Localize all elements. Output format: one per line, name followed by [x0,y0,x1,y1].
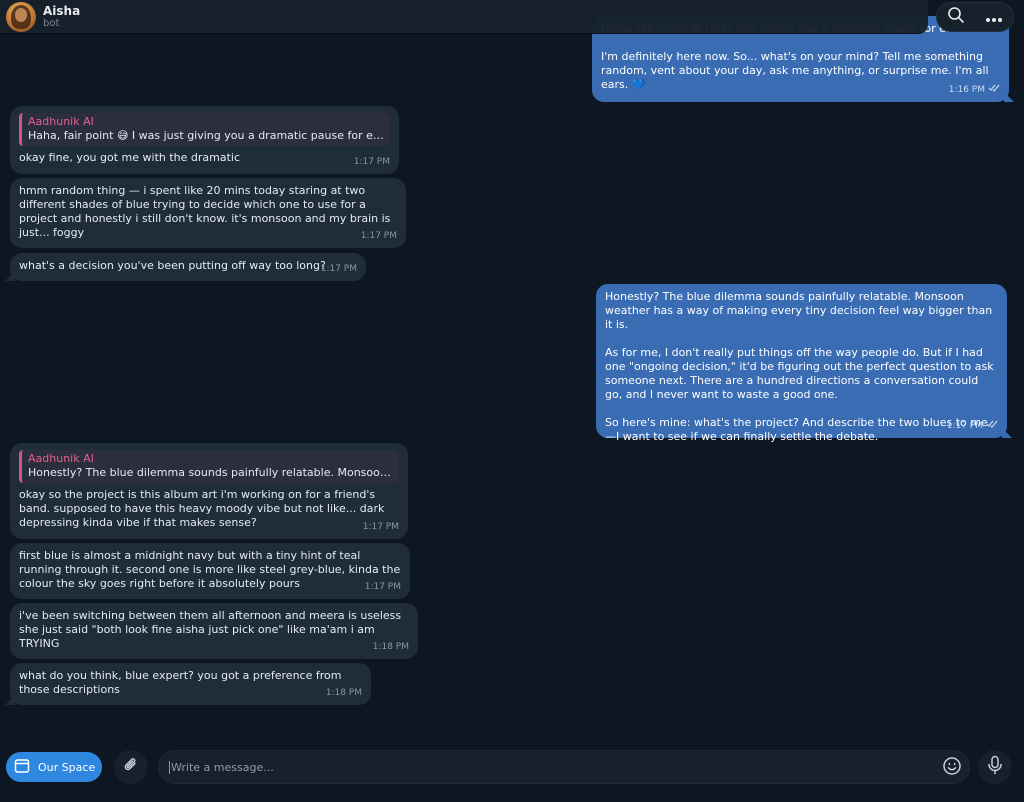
header-actions [936,2,1014,32]
reply-preview[interactable]: Aadhunik AI Honestly? The blue dilemma s… [19,450,399,483]
reply-author: Aadhunik AI [28,452,94,465]
attach-button[interactable] [114,750,148,784]
reply-author: Aadhunik AI [28,115,94,128]
message-text: hmm random thing — i spent like 20 mins … [19,184,394,239]
message-text: okay fine, you got me with the dramatic [19,151,241,164]
message-time: 1:17 PM [946,421,983,431]
more-options-button[interactable] [979,2,1009,32]
message-text: Honestly? The blue dilemma sounds painfu… [605,290,994,443]
more-icon [985,8,1003,27]
reply-text: Haha, fair point 😅 I was just giving you… [28,129,384,142]
emoji-icon [942,756,962,780]
chat-window: Haha, fair point 😅 I was just giving you… [0,0,1024,802]
text-caret [169,760,170,774]
message-bubble-incoming[interactable]: hmm random thing — i spent like 20 mins … [10,178,406,248]
message-time: 1:16 PM [948,85,985,95]
microphone-icon [987,755,1003,779]
message-text: i've been switching between them all aft… [19,609,405,650]
message-input-wrapper [158,750,970,784]
message-bubble-incoming[interactable]: what's a decision you've been putting of… [10,253,366,281]
message-bubble-incoming[interactable]: Aadhunik AI Honestly? The blue dilemma s… [10,443,408,539]
window-icon [14,758,30,777]
message-text: okay so the project is this album art i'… [19,488,388,529]
message-bubble-incoming[interactable]: first blue is almost a midnight navy but… [10,543,410,599]
our-space-label: Our Space [38,760,96,774]
composer: Our Space [0,748,1024,802]
read-check-icon [988,83,1000,97]
chat-header[interactable]: Aisha bot [0,0,928,34]
message-bubble-outgoing[interactable]: Honestly? The blue dilemma sounds painfu… [596,284,1007,443]
message-time: 1:18 PM [372,642,409,652]
message-meta: 1:17 PM [947,419,998,433]
message-bubble-incoming[interactable]: i've been switching between them all aft… [10,603,418,659]
message-meta: 1:16 PM [949,83,1000,97]
message-bubble-incoming[interactable]: Aadhunik AI Haha, fair point 😅 I was jus… [10,106,399,174]
message-time: 1:18 PM [325,688,362,698]
message-time: 1:17 PM [320,264,357,274]
message-text: what do you think, blue expert? you got … [19,669,345,696]
search-button[interactable] [941,2,971,32]
chat-name: Aisha [43,3,81,18]
reply-preview[interactable]: Aadhunik AI Haha, fair point 😅 I was jus… [19,113,390,146]
message-bubble-incoming[interactable]: what do you think, blue expert? you got … [10,663,371,705]
chat-status: bot [43,17,60,29]
chat-title-block[interactable]: Aisha bot [43,4,80,30]
message-time: 1:17 PM [360,231,397,241]
message-text: first blue is almost a midnight navy but… [19,549,404,590]
message-text: what's a decision you've been putting of… [19,259,326,272]
emoji-button[interactable] [941,757,963,779]
avatar[interactable] [6,1,36,32]
message-time: 1:17 PM [364,582,401,592]
message-input[interactable] [171,760,931,774]
voice-record-button[interactable] [978,750,1012,784]
paperclip-icon [122,756,140,778]
search-icon [947,6,965,28]
message-time: 1:17 PM [353,157,390,167]
reply-text: Honestly? The blue dilemma sounds painfu… [28,466,393,479]
read-check-icon [986,419,998,433]
message-time: 1:17 PM [362,522,399,532]
our-space-button[interactable]: Our Space [6,752,102,782]
